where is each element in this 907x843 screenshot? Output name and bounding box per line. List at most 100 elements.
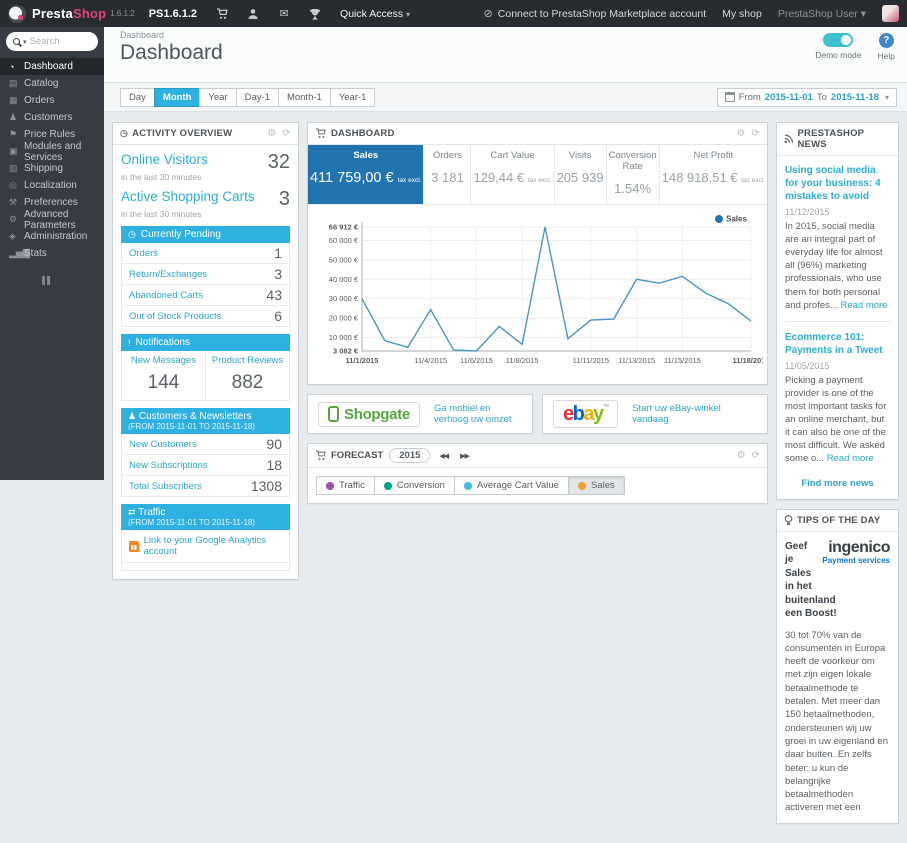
svg-text:60 000 €: 60 000 € [329,236,359,245]
dashboard-panel: DASHBOARD ⚙ ⟳ Sales 411 759,00 € tax excl… [307,122,770,385]
shopgate-link[interactable]: Ga mobiel en verhoog uw omzet [434,403,522,425]
sidebar-nav: ◔ Dashboard ▤ Catalog ▦ Orders ♟ Customers ⚑… [0,58,104,262]
prestashop-logo[interactable] [8,4,26,23]
sidebar-item-shipping[interactable]: ▥ Shipping [0,160,104,177]
svg-text:10 000 €: 10 000 € [329,333,359,342]
avatar[interactable] [882,5,899,22]
range-day-1-button[interactable]: Day-1 [235,87,279,107]
pending-row-out-of-stock[interactable]: Out of Stock Products 6 [122,306,289,326]
find-more-news-link[interactable]: Find more news [785,478,890,489]
customer-icon[interactable] [246,7,260,20]
news-article-title[interactable]: Ecommerce 101: Payments in a Tweet [785,331,890,357]
refresh-icon[interactable]: ⟳ [282,128,291,139]
notifications-header: ! Notifications [121,334,290,351]
previous-year-button[interactable]: ◀◀ [436,450,451,462]
google-analytics-link[interactable]: Link to your Google Analytics account [144,535,282,557]
active-carts-value: 3 [278,188,290,210]
sidebar-item-administration[interactable]: ◈ Administration [0,228,104,245]
range-year-button[interactable]: Year [199,87,237,107]
svg-text:30 000 €: 30 000 € [329,294,359,303]
panel-title: PRESTASHOP NEWS [797,128,865,150]
sidebar-collapse-button[interactable] [42,276,104,285]
activity-overview-panel: ◷ ACTIVITY OVERVIEW ⚙ ⟳ Online Visitors 3… [112,122,299,580]
user-menu[interactable]: PrestaShop User ▾ [778,8,866,20]
range-month-button[interactable]: Month [153,87,201,107]
panel-title: TIPS OF THE DAY [797,514,881,526]
panel-title: ACTIVITY OVERVIEW [132,128,233,139]
gear-icon[interactable]: ⚙ [736,128,745,139]
demo-mode-control: Demo mode [815,33,862,61]
sidebar: ▾ ◔Dashboard ▤Catalog ▦Orders ♟Customers… [0,27,104,480]
product-reviews-cell[interactable]: Product Reviews 882 [206,351,289,400]
stat-sales[interactable]: Sales 411 759,00 € tax excl. [308,145,425,204]
sidebar-item-stats[interactable]: ▂▅▇ Stats [0,245,104,262]
sales-chart[interactable]: 11/1/2015 11/4/2015 11/6/2015 11/8/2015 11/1… [308,205,770,384]
google-analytics-icon: ▮▮ [129,540,139,552]
range-day-button[interactable]: Day [120,87,155,107]
gear-icon[interactable]: ⚙ [737,450,746,461]
sidebar-item-customers[interactable]: ♟ Customers [0,109,104,126]
advanced-parameters-icon: ⚙ [9,214,18,224]
online-visitors-link[interactable]: Online Visitors [121,152,208,167]
legend-average-cart-value-button[interactable]: Average Cart Value [453,476,569,495]
stat-net-profit[interactable]: Net Profit 148 918,51 € tax excl. [660,145,767,204]
sidebar-item-catalog[interactable]: ▤ Catalog [0,75,104,92]
read-more-link[interactable]: Read more [827,453,874,464]
sidebar-item-localization[interactable]: ◎ Localization [0,177,104,194]
refresh-icon[interactable]: ⟳ [752,450,760,461]
active-carts-link[interactable]: Active Shopping Carts [121,189,255,204]
read-more-link[interactable]: Read more [840,300,887,311]
help-icon[interactable]: ? [878,33,894,48]
gear-icon[interactable]: ⚙ [267,128,276,139]
customers-icon: ♟ [9,112,18,122]
cart-icon[interactable] [215,7,229,20]
customers-row-new-subscriptions[interactable]: New Subscriptions 18 [122,455,289,476]
customers-row-new-customers[interactable]: New Customers 90 [122,434,289,455]
quick-access-menu[interactable]: Quick Access ▾ [340,8,410,20]
preferences-icon: ⚒ [9,197,18,207]
my-shop-link[interactable]: My shop [722,8,762,20]
new-messages-cell[interactable]: New Messages 144 [122,351,206,400]
svg-text:11/15/2015: 11/15/2015 [664,356,701,365]
pending-row-returns[interactable]: Return/Exchanges 3 [122,264,289,285]
brand-name: PrestaShop [32,6,107,21]
customers-row-total-subscribers[interactable]: Total Subscribers 1308 [122,476,289,496]
date-range-picker[interactable]: From 2015-11-01 To 2015-11-18 ▾ [716,87,897,107]
search-scope-caret-icon[interactable]: ▾ [23,38,27,46]
demo-mode-toggle[interactable] [823,33,854,47]
sidebar-search[interactable]: ▾ [6,32,98,51]
sidebar-item-dashboard[interactable]: ◔ Dashboard [0,58,104,75]
stat-visits[interactable]: Visits 205 939 [555,145,607,204]
sidebar-item-orders[interactable]: ▦ Orders [0,92,104,109]
next-year-button[interactable]: ▶▶ [457,450,472,462]
news-article-title[interactable]: Using social media for your business: 4 … [785,164,890,203]
refresh-icon[interactable]: ⟳ [751,128,760,139]
sidebar-item-advanced-parameters[interactable]: ⚙ Advanced Parameters [0,209,104,231]
breadcrumb[interactable]: Dashboard [120,30,895,40]
traffic-icon: ⇄ [128,507,136,517]
modules-icon: ▣ [9,146,18,156]
stat-conversion-rate[interactable]: Conversion Rate 1.54% [607,145,660,204]
legend-traffic-button[interactable]: Traffic [316,476,375,495]
legend-conversion-button[interactable]: Conversion [373,476,455,495]
news-article-date: 11/12/2015 [785,207,830,217]
sidebar-item-modules[interactable]: ▣ Modules and Services [0,141,104,163]
pending-row-abandoned-carts[interactable]: Abandoned Carts 43 [122,285,289,306]
cart-icon [315,450,326,460]
search-input[interactable] [29,36,86,47]
stat-cart-value[interactable]: Cart Value 129,44 € tax excl. [471,145,555,204]
trophy-icon[interactable] [308,7,322,20]
marketplace-link[interactable]: ⊘ Connect to PrestaShop Marketplace accou… [484,7,707,21]
ebay-link[interactable]: Start uw eBay-winkel vandaag [632,403,757,425]
pending-row-orders[interactable]: Orders 1 [122,243,289,264]
shop-name[interactable]: PS1.6.1.2 [149,8,197,20]
stats-icon: ▂▅▇ [9,248,30,258]
stat-orders[interactable]: Orders 3 181 [424,145,472,204]
average-cart-value-dot-icon [463,481,472,490]
chevron-down-icon: ▾ [860,7,866,20]
forecast-year[interactable]: 2015 [389,448,431,463]
range-month-1-button[interactable]: Month-1 [277,87,331,107]
range-year-1-button[interactable]: Year-1 [329,87,376,107]
legend-sales-button[interactable]: Sales [567,476,625,495]
messages-icon[interactable]: ✉ [277,7,291,20]
